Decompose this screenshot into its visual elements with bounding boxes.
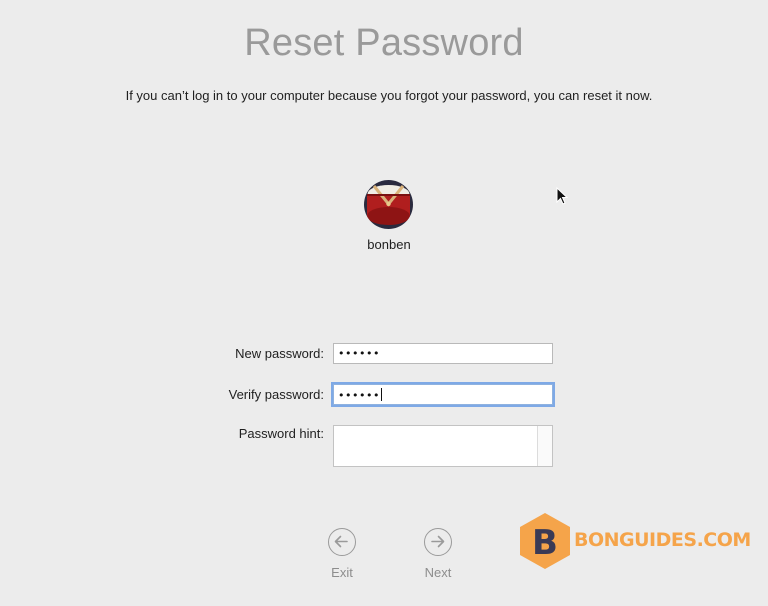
arrow-right-circle-icon — [424, 528, 452, 556]
watermark-text: BONGUIDES.COM — [574, 529, 751, 551]
new-password-field[interactable]: •••••• — [333, 343, 553, 364]
next-label: Next — [424, 565, 452, 580]
verify-password-field[interactable]: •••••• — [333, 384, 553, 405]
mouse-pointer-icon — [556, 186, 569, 211]
page-title: Reset Password — [244, 22, 524, 64]
password-hint-label: Password hint: — [238, 426, 324, 441]
password-hint-field[interactable] — [333, 425, 553, 467]
exit-button[interactable]: Exit — [312, 528, 372, 580]
watermark-badge-icon: B — [520, 513, 570, 569]
next-button[interactable]: Next — [408, 528, 468, 580]
new-password-value: •••••• — [338, 347, 380, 360]
avatar-drum-icon — [364, 180, 413, 229]
username-label: bonben — [367, 237, 411, 252]
watermark-badge-letter: B — [532, 523, 558, 563]
watermark-logo: B BONGUIDES.COM — [518, 512, 751, 570]
exit-label: Exit — [331, 565, 353, 580]
password-hint-scrollbar[interactable] — [537, 426, 552, 466]
verify-password-value: •••••• — [338, 389, 380, 402]
arrow-left-circle-icon — [328, 528, 356, 556]
user-avatar[interactable] — [364, 180, 413, 229]
new-password-label: New password: — [235, 346, 324, 361]
text-caret — [380, 388, 382, 401]
page-subtitle: If you can’t log in to your computer bec… — [125, 88, 653, 103]
verify-password-label: Verify password: — [228, 387, 324, 402]
